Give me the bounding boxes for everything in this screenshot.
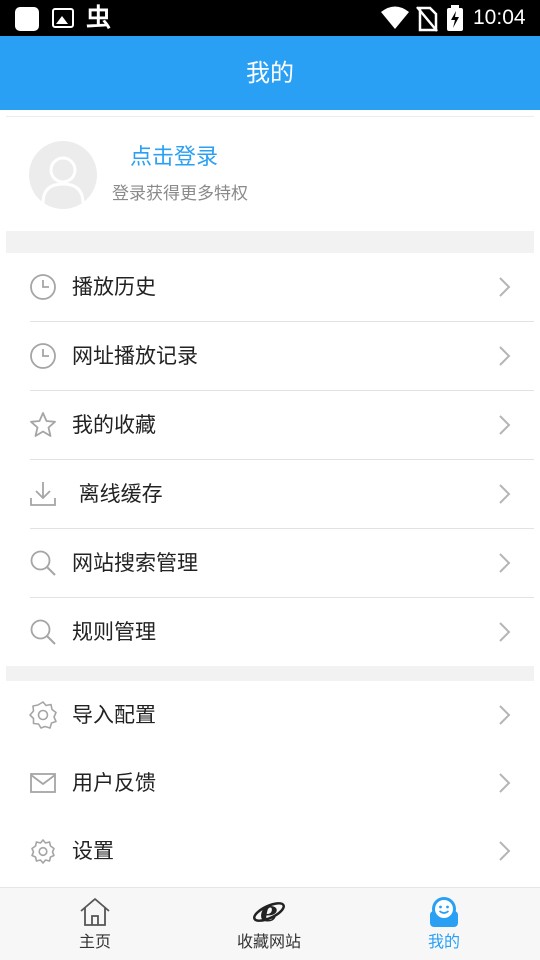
tab-favorite-sites[interactable]: e 收藏网站 bbox=[209, 888, 329, 960]
menu-item-label: 离线缓存 bbox=[72, 482, 163, 506]
chevron-right-icon bbox=[499, 773, 511, 793]
login-subtitle: 登录获得更多特权 bbox=[112, 184, 248, 204]
battery-icon bbox=[447, 5, 463, 31]
menu-item-import-config[interactable]: 导入配置 bbox=[0, 681, 540, 749]
menu-item-label: 网址播放记录 bbox=[72, 344, 198, 368]
chevron-right-icon bbox=[499, 415, 511, 435]
status-bar: 虫 10:04 bbox=[0, 0, 540, 36]
section-gap bbox=[6, 666, 534, 681]
clock-icon bbox=[30, 274, 56, 300]
menu-item-label: 网站搜索管理 bbox=[72, 551, 198, 575]
gear-icon bbox=[29, 701, 57, 729]
chevron-right-icon bbox=[499, 705, 511, 725]
menu-item-rules-manage[interactable]: 规则管理 bbox=[0, 598, 540, 666]
notification-app-icon bbox=[15, 7, 39, 31]
chevron-right-icon bbox=[499, 553, 511, 573]
chevron-right-icon bbox=[499, 484, 511, 504]
home-icon bbox=[80, 898, 110, 926]
status-time: 10:04 bbox=[473, 6, 526, 29]
menu-item-label: 我的收藏 bbox=[72, 413, 156, 437]
menu-item-label: 规则管理 bbox=[72, 620, 156, 644]
menu-item-user-feedback[interactable]: 用户反馈 bbox=[0, 749, 540, 817]
chevron-right-icon bbox=[499, 277, 511, 297]
image-notification-icon bbox=[52, 8, 74, 28]
wifi-icon bbox=[381, 6, 409, 29]
menu-item-my-favorites[interactable]: 我的收藏 bbox=[0, 391, 540, 459]
menu-item-label: 用户反馈 bbox=[72, 771, 156, 795]
search-icon bbox=[30, 619, 56, 645]
menu-item-label: 播放历史 bbox=[72, 275, 156, 299]
page-title: 我的 bbox=[246, 59, 294, 87]
menu-item-url-play-records[interactable]: 网址播放记录 bbox=[0, 322, 540, 390]
svg-text:e: e bbox=[260, 895, 278, 928]
menu-item-label: 导入配置 bbox=[72, 703, 156, 727]
smiley-profile-icon bbox=[430, 897, 458, 927]
no-sim-icon bbox=[416, 6, 438, 32]
menu-item-label: 设置 bbox=[72, 839, 114, 863]
menu-item-site-search-manage[interactable]: 网站搜索管理 bbox=[0, 529, 540, 597]
gear-icon bbox=[31, 839, 55, 864]
menu-item-settings[interactable]: 设置 bbox=[0, 817, 540, 885]
bottom-navigation: 主页 e 收藏网站 我的 bbox=[0, 887, 540, 960]
browser-e-icon: e bbox=[253, 895, 285, 928]
search-icon bbox=[30, 550, 56, 576]
tab-label: 我的 bbox=[427, 932, 460, 951]
chevron-right-icon bbox=[499, 841, 511, 861]
download-icon bbox=[30, 482, 56, 506]
clock-icon bbox=[30, 343, 56, 369]
menu-item-play-history[interactable]: 播放历史 bbox=[0, 253, 540, 321]
section-gap bbox=[6, 231, 534, 253]
tab-label: 主页 bbox=[78, 932, 111, 951]
app-notification-icon: 虫 bbox=[86, 3, 112, 32]
tab-label: 收藏网站 bbox=[236, 932, 301, 951]
tab-mine[interactable]: 我的 bbox=[384, 888, 504, 960]
default-avatar-icon bbox=[41, 156, 85, 204]
star-icon bbox=[30, 412, 56, 437]
divider bbox=[6, 116, 534, 117]
mail-icon bbox=[30, 773, 56, 793]
chevron-right-icon bbox=[499, 622, 511, 642]
menu-item-offline-cache[interactable]: 离线缓存 bbox=[0, 460, 540, 528]
app-header: 我的 bbox=[0, 36, 540, 110]
chevron-right-icon bbox=[499, 346, 511, 366]
login-link[interactable]: 点击登录 bbox=[130, 144, 218, 172]
avatar[interactable] bbox=[29, 141, 97, 209]
tab-home[interactable]: 主页 bbox=[35, 888, 155, 960]
